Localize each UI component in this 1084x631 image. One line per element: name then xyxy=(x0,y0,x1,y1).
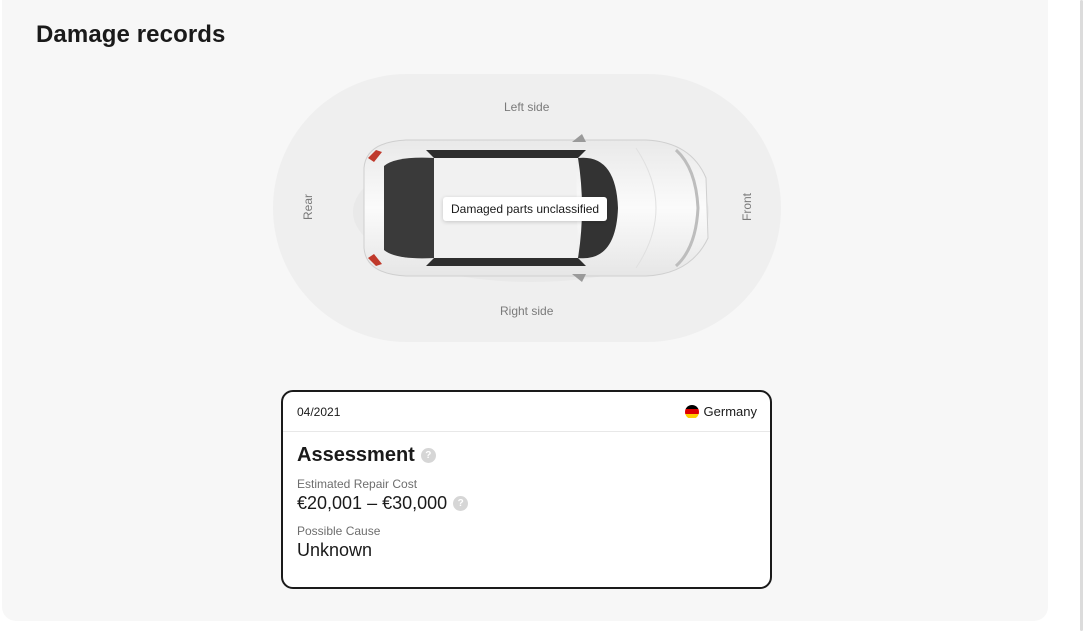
record-date: 04/2021 xyxy=(297,405,341,419)
damage-records-panel: Damage records Left side Right side Rear… xyxy=(2,0,1048,621)
question-mark-circle-icon[interactable]: ? xyxy=(453,496,469,511)
right-side-label: Right side xyxy=(500,304,554,318)
country-name: Germany xyxy=(703,404,757,419)
rear-label: Rear xyxy=(301,193,315,221)
left-side-label: Left side xyxy=(504,100,550,114)
assessment-heading: Assessment xyxy=(297,444,415,466)
record-card-header: 04/2021 Germany xyxy=(283,392,770,432)
question-mark-circle-icon[interactable]: ? xyxy=(420,448,436,463)
repair-cost-label: Estimated Repair Cost xyxy=(297,477,418,491)
page-scrollbar[interactable] xyxy=(1080,0,1083,631)
flag-stripe-gold xyxy=(684,413,699,419)
possible-cause-value: Unknown xyxy=(297,540,373,560)
repair-cost-row: €20,001 – €30,000 ? xyxy=(297,493,756,514)
vehicle-damage-diagram: Left side Right side Rear Front Damaged … xyxy=(273,74,781,342)
germany-flag-icon xyxy=(684,404,699,419)
page-title: Damage records xyxy=(36,21,226,48)
record-country: Germany xyxy=(684,404,757,419)
front-label: Front xyxy=(740,192,754,222)
possible-cause-label: Possible Cause xyxy=(297,524,381,538)
damage-tooltip: Damaged parts unclassified xyxy=(443,197,608,221)
damage-record-card[interactable]: 04/2021 Germany Assessment ? Estimated R… xyxy=(281,390,772,589)
repair-cost-value: €20,001 – €30,000 xyxy=(297,493,448,513)
